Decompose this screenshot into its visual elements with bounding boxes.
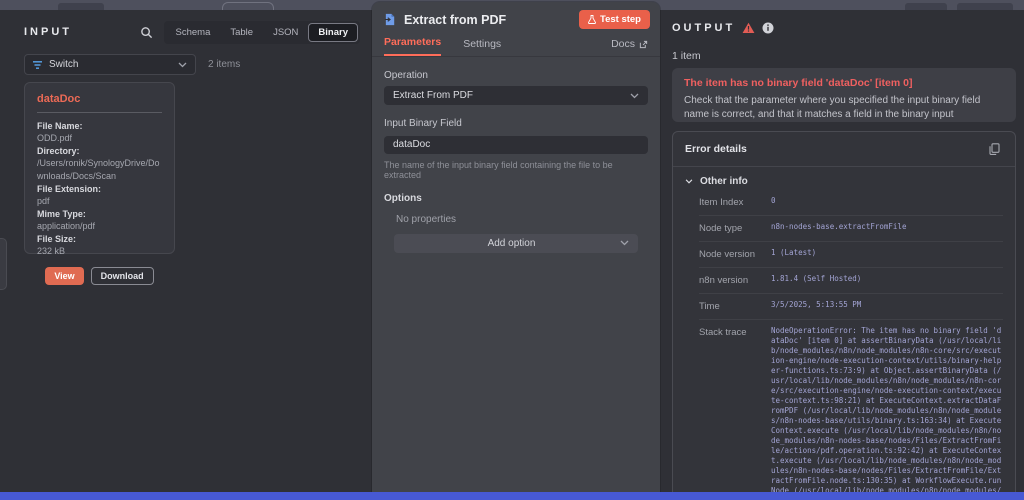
detail-value: 1.81.4 (Self Hosted) bbox=[771, 274, 862, 283]
binary-field-label: Input Binary Field bbox=[384, 118, 462, 129]
error-detail-rows: Item Index 0 Node type n8n-nodes-base.ex… bbox=[673, 190, 1015, 497]
input-panel-header: INPUT Schema Table JSON Binary bbox=[24, 20, 360, 44]
other-info-toggle[interactable]: Other info bbox=[673, 167, 1015, 190]
detail-label: Node type bbox=[699, 223, 743, 234]
binary-meta-value: application/pdf bbox=[37, 221, 96, 232]
card-divider bbox=[37, 112, 162, 113]
error-details-header: Error details bbox=[673, 132, 1015, 167]
input-items-count: 2 items bbox=[208, 59, 241, 70]
error-description: Check that the parameter where you speci… bbox=[684, 95, 981, 120]
detail-row-time: Time 3/5/2025, 5:13:55 PM bbox=[699, 294, 1003, 320]
topbar-partial-button bbox=[222, 2, 274, 10]
test-step-button[interactable]: Test step bbox=[578, 10, 650, 29]
detail-value: n8n-nodes-base.extractFromFile bbox=[771, 222, 907, 231]
binary-meta-value: 232 kB bbox=[37, 246, 66, 257]
external-link-icon bbox=[639, 40, 648, 49]
output-panel-title: OUTPUT bbox=[672, 22, 736, 34]
node-title: Extract from PDF bbox=[404, 12, 507, 27]
detail-label: Stack trace bbox=[699, 327, 747, 338]
detail-row-stack-trace: Stack trace NodeOperationError: The item… bbox=[699, 320, 1003, 497]
node-tab-bar: Parameters Settings Docs bbox=[372, 29, 660, 57]
binary-field-name: dataDoc bbox=[37, 93, 81, 105]
output-panel-header: OUTPUT bbox=[672, 22, 774, 34]
docs-link[interactable]: Docs bbox=[611, 38, 648, 56]
detail-row-node-version: Node version 1 (Latest) bbox=[699, 242, 1003, 268]
chevron-down-icon bbox=[685, 179, 693, 184]
binary-meta-value: pdf bbox=[37, 195, 50, 206]
binary-field-input[interactable] bbox=[384, 135, 648, 154]
detail-label: Time bbox=[699, 301, 720, 312]
output-panel: OUTPUT 1 item The item has no binary fie… bbox=[660, 10, 1024, 498]
detail-value: 0 bbox=[771, 196, 776, 205]
detail-row-item-index: Item Index 0 bbox=[699, 190, 1003, 216]
tab-json[interactable]: JSON bbox=[263, 23, 308, 42]
node-header: Extract from PDF Test step bbox=[372, 2, 660, 29]
ndv-bottom-accent-bar bbox=[0, 492, 1024, 500]
input-node-selector-row: Switch 2 items bbox=[24, 54, 360, 75]
input-node-selector[interactable]: Switch bbox=[24, 54, 196, 75]
chevron-down-icon bbox=[630, 93, 639, 99]
binary-data-card: dataDoc File Name: ODD.pdf Directory: /U… bbox=[24, 82, 175, 285]
topbar-partial-button-right1 bbox=[905, 3, 947, 10]
detail-label: Node version bbox=[699, 249, 755, 260]
download-button[interactable]: Download bbox=[90, 266, 154, 285]
binary-meta-label: Mime Type: bbox=[37, 208, 86, 219]
search-icon[interactable] bbox=[138, 23, 156, 41]
operation-select[interactable]: Extract From PDF bbox=[384, 86, 648, 105]
view-button[interactable]: View bbox=[45, 266, 84, 285]
panel-resize-handle[interactable] bbox=[0, 238, 7, 290]
topbar-partial-pill bbox=[58, 3, 104, 10]
detail-label: n8n version bbox=[699, 275, 749, 286]
binary-field-help: The name of the input binary field conta… bbox=[384, 159, 613, 180]
error-details-card: Error details Other info Item Index 0 No… bbox=[672, 131, 1016, 498]
warning-icon bbox=[742, 22, 755, 34]
input-panel: INPUT Schema Table JSON Binary Switch 2 … bbox=[0, 10, 372, 492]
error-details-title: Error details bbox=[685, 143, 747, 155]
extract-from-file-node-icon bbox=[384, 13, 397, 26]
add-option-label: Add option bbox=[487, 237, 536, 249]
binary-card-buttons: View Download bbox=[37, 266, 162, 285]
binary-meta-value: ODD.pdf bbox=[37, 133, 73, 144]
binary-meta-value: /Users/ronik/SynologyDrive/Downloads/Doc… bbox=[37, 158, 160, 181]
output-items-count: 1 item bbox=[672, 50, 701, 62]
chevron-down-icon bbox=[620, 240, 629, 246]
copy-icon[interactable] bbox=[985, 140, 1003, 158]
binary-meta-label: File Extension: bbox=[37, 183, 102, 194]
operation-value: Extract From PDF bbox=[393, 90, 474, 101]
input-view-tab-group: Schema Table JSON Binary bbox=[163, 20, 360, 44]
detail-row-n8n-version: n8n version 1.81.4 (Self Hosted) bbox=[699, 268, 1003, 294]
tab-schema[interactable]: Schema bbox=[166, 23, 221, 42]
detail-label: Item Index bbox=[699, 197, 744, 208]
docs-label: Docs bbox=[611, 38, 635, 50]
switch-node-icon bbox=[33, 60, 43, 70]
other-info-title: Other info bbox=[700, 176, 748, 187]
tab-parameters[interactable]: Parameters bbox=[384, 36, 442, 56]
test-step-label: Test step bbox=[599, 14, 641, 25]
tab-binary[interactable]: Binary bbox=[308, 22, 358, 42]
node-detail-panel: Extract from PDF Test step Parameters Se… bbox=[372, 2, 660, 492]
add-option-select[interactable]: Add option bbox=[394, 233, 638, 253]
tab-table[interactable]: Table bbox=[220, 23, 263, 42]
detail-value: 3/5/2025, 5:13:55 PM bbox=[771, 300, 862, 309]
detail-row-node-type: Node type n8n-nodes-base.extractFromFile bbox=[699, 216, 1003, 242]
node-parameters-body: Operation Extract From PDF Input Binary … bbox=[372, 57, 660, 253]
options-label: Options bbox=[384, 192, 422, 204]
flask-icon bbox=[588, 15, 596, 24]
error-message-box: The item has no binary field 'dataDoc' [… bbox=[672, 68, 1016, 122]
input-node-selector-value: Switch bbox=[49, 59, 79, 70]
topbar-partial-button-right2 bbox=[957, 3, 1013, 10]
error-title: The item has no binary field 'dataDoc' [… bbox=[684, 77, 913, 89]
detail-value: 1 (Latest) bbox=[771, 248, 817, 257]
detail-value: NodeOperationError: The item has no bina… bbox=[771, 326, 1002, 497]
chevron-down-icon bbox=[178, 62, 187, 68]
operation-label: Operation bbox=[384, 70, 428, 81]
tab-settings[interactable]: Settings bbox=[463, 38, 501, 56]
binary-meta-label: File Name: bbox=[37, 121, 83, 131]
input-panel-title: INPUT bbox=[24, 26, 72, 38]
binary-meta-label: File Size: bbox=[37, 234, 77, 245]
binary-meta-label: Directory: bbox=[37, 146, 80, 157]
options-empty-text: No properties bbox=[396, 213, 457, 225]
info-icon[interactable] bbox=[762, 22, 774, 34]
